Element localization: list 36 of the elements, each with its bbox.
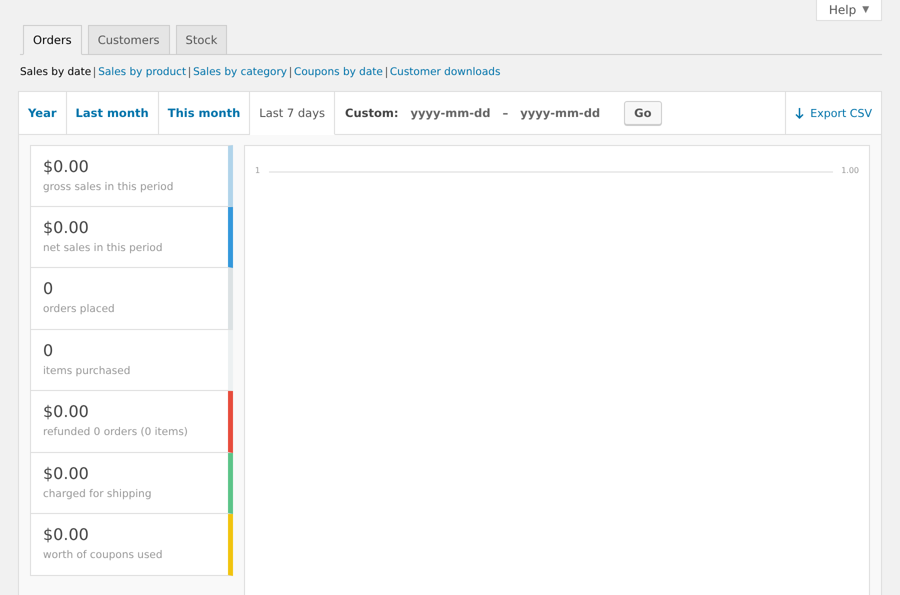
caret-icon: ▼ <box>862 5 870 15</box>
go-button[interactable]: Go <box>624 101 662 125</box>
report-link[interactable]: Sales by product <box>94 66 186 78</box>
stat-value: 0 <box>43 279 54 298</box>
stat-value: $0.00 <box>43 525 90 544</box>
stat-value: 0 <box>43 340 54 360</box>
current-report[interactable]: Sales by date <box>20 66 92 78</box>
range-tab[interactable]: Last 7 days <box>250 92 336 135</box>
stat-label: refunded 0 orders (0 items) <box>43 426 189 438</box>
range-tab[interactable]: Year <box>19 92 67 134</box>
tab[interactable]: Orders <box>23 25 82 55</box>
report-link[interactable]: Sales by category <box>189 66 287 78</box>
report-link[interactable]: Customer downloads <box>386 66 500 78</box>
stat-value: $0.00 <box>43 402 90 421</box>
stat-value: $0.00 <box>43 464 90 482</box>
tab[interactable]: Stock <box>176 25 228 54</box>
stat-value: $0.00 <box>43 157 90 176</box>
stat-label: net sales in this period <box>43 242 164 254</box>
stat-label: worth of coupons used <box>43 549 164 561</box>
axis-label: 1.00 <box>841 166 859 175</box>
tab[interactable]: Customers <box>88 25 170 54</box>
report-link[interactable]: Coupons by date <box>290 66 383 78</box>
range-tab[interactable]: Last month <box>66 92 159 134</box>
help-tab[interactable]: Help ▼ <box>816 0 882 21</box>
custom-label: Custom: <box>345 106 398 120</box>
stat-label: orders placed <box>43 303 116 315</box>
axis-label: 1 <box>255 166 260 175</box>
stat-label: charged for shipping <box>43 488 153 500</box>
end-date-field[interactable]: yyyy-mm-dd <box>520 106 600 120</box>
stat-label: gross sales in this period <box>43 181 174 193</box>
stat-label: items purchased <box>43 364 132 376</box>
stat-value: $0.00 <box>43 218 90 236</box>
export-csv-link[interactable]: Export CSV <box>785 92 881 134</box>
date-separator: – <box>502 106 508 120</box>
start-date-field[interactable]: yyyy-mm-dd <box>410 106 490 120</box>
download-arrow-icon <box>795 108 804 118</box>
